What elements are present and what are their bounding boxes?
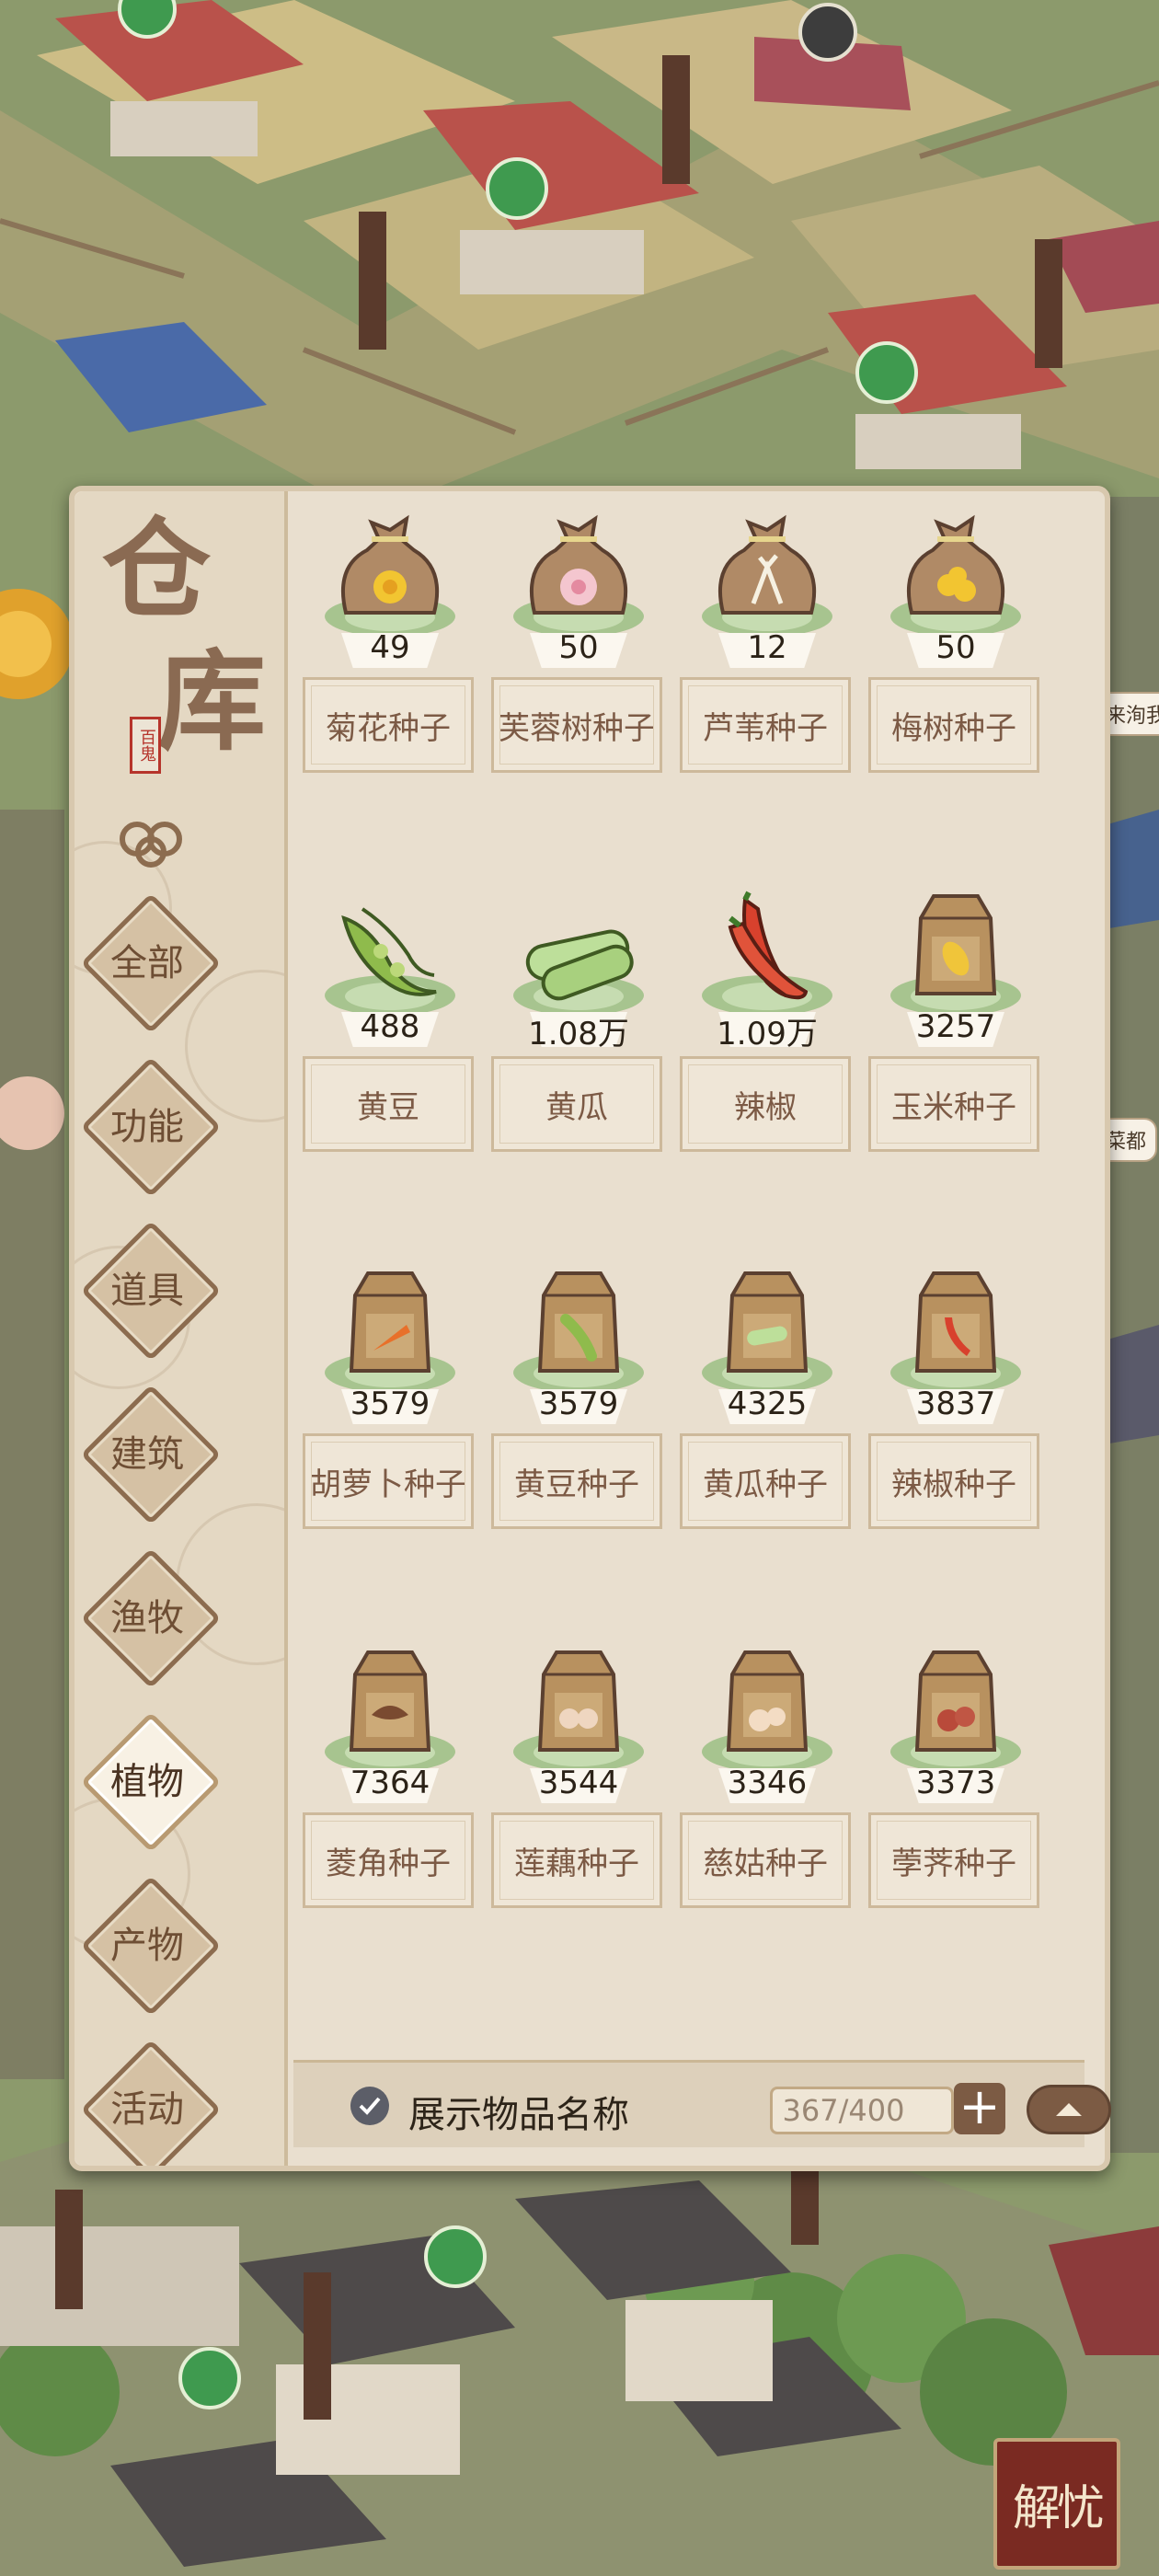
title-char: 仓 bbox=[102, 505, 212, 633]
seed-bag-corn-icon bbox=[914, 894, 997, 995]
seed-bag-carrot-icon bbox=[349, 1271, 431, 1373]
category-tab-fishing-husbandry[interactable]: 渔牧 bbox=[80, 1547, 222, 1689]
item-name: 胡萝卜种子 bbox=[310, 1466, 466, 1503]
seed-bag-soybean-icon bbox=[537, 1271, 620, 1373]
cucumber-icon bbox=[525, 929, 634, 1001]
item-name: 梅树种子 bbox=[891, 709, 1016, 747]
category-tab-plants[interactable]: 植物 bbox=[80, 1711, 222, 1853]
item-count: 49 bbox=[370, 629, 410, 666]
seed-bag-chili-icon bbox=[914, 1271, 997, 1373]
knot-ornament-icon bbox=[120, 822, 182, 868]
item-count: 50 bbox=[558, 629, 599, 666]
item-count: 3579 bbox=[350, 1386, 430, 1422]
jieyou-badge[interactable]: 解忧 bbox=[993, 2438, 1120, 2570]
seed-bag-lotus-root-icon bbox=[537, 1650, 620, 1752]
item-name: 慈姑种子 bbox=[703, 1845, 828, 1882]
item-name: 玉米种子 bbox=[891, 1088, 1016, 1126]
seed-sack-chrysanthemum-icon bbox=[341, 514, 440, 615]
item-count: 3257 bbox=[915, 1008, 996, 1045]
category-tab-all[interactable]: 全部 bbox=[80, 892, 222, 1034]
item-count: 3544 bbox=[538, 1765, 619, 1801]
seed-sack-reed-icon bbox=[718, 514, 817, 615]
item-name: 菊花种子 bbox=[326, 709, 451, 747]
item-count: 4325 bbox=[727, 1386, 808, 1422]
item-count: 1.09万 bbox=[717, 1016, 818, 1052]
checkmark-icon bbox=[359, 2097, 381, 2115]
item-grid[interactable]: 49 菊花种子 50 芙蓉树种子 12 芦苇种子 50 梅树种子 488 黄豆 … bbox=[293, 512, 1084, 2057]
item-count: 3373 bbox=[915, 1765, 996, 1801]
seed-sack-plum-icon bbox=[907, 514, 1005, 615]
seed-bag-water-caltrop-icon bbox=[349, 1650, 431, 1752]
title-char: 库 bbox=[157, 638, 267, 765]
item-name: 黄瓜 bbox=[545, 1088, 608, 1126]
seed-bag-cucumber-icon bbox=[726, 1271, 809, 1373]
category-tab-events[interactable]: 活动 bbox=[80, 2039, 222, 2166]
warehouse-footer: 展示物品名称 367/400 + bbox=[293, 2060, 1111, 2147]
item-count: 12 bbox=[747, 629, 787, 666]
category-tab-buildings[interactable]: 建筑 bbox=[80, 1384, 222, 1525]
category-tab-function[interactable]: 功能 bbox=[80, 1056, 222, 1198]
item-name: 芦苇种子 bbox=[703, 709, 828, 747]
item-count: 3346 bbox=[727, 1765, 808, 1801]
item-name: 辣椒 bbox=[734, 1088, 797, 1126]
seed-sack-hibiscus-icon bbox=[530, 514, 628, 615]
chili-pepper-icon bbox=[728, 891, 809, 1000]
category-tab-products[interactable]: 产物 bbox=[80, 1875, 222, 2017]
show-names-label[interactable]: 展示物品名称 bbox=[408, 2085, 629, 2138]
item-count: 7364 bbox=[350, 1765, 430, 1801]
item-count: 1.08万 bbox=[528, 1016, 629, 1052]
expand-capacity-button[interactable]: + bbox=[954, 2082, 1005, 2134]
item-count: 3837 bbox=[915, 1386, 996, 1422]
item-name: 芙蓉树种子 bbox=[499, 709, 655, 747]
item-name: 黄豆种子 bbox=[514, 1466, 639, 1503]
item-name: 辣椒种子 bbox=[891, 1466, 1016, 1503]
item-count: 50 bbox=[935, 629, 976, 666]
item-name: 荸荠种子 bbox=[891, 1845, 1016, 1882]
item-name: 莲藕种子 bbox=[514, 1845, 639, 1882]
seed-bag-water-chestnut-icon bbox=[914, 1650, 997, 1752]
red-seal-stamp: 百鬼 bbox=[130, 717, 161, 774]
caret-up-icon bbox=[1056, 2103, 1082, 2116]
collapse-panel-button[interactable] bbox=[1027, 2085, 1111, 2134]
item-count: 488 bbox=[360, 1008, 420, 1045]
item-name: 菱角种子 bbox=[326, 1845, 451, 1882]
capacity-counter: 367/400 bbox=[770, 2087, 954, 2134]
show-names-checkbox[interactable] bbox=[350, 2087, 389, 2125]
category-tab-props[interactable]: 道具 bbox=[80, 1220, 222, 1362]
item-name: 黄豆 bbox=[357, 1088, 419, 1126]
category-sidebar: 仓 库 百鬼 全部 功能 道具 建筑 渔牧 植物 产物 活动 bbox=[75, 491, 288, 2166]
warehouse-panel: 仓 库 百鬼 全部 功能 道具 建筑 渔牧 植物 产物 活动 49 菊花种子 5… bbox=[69, 486, 1111, 2171]
item-count: 3579 bbox=[538, 1386, 619, 1422]
seed-bag-arrowhead-icon bbox=[726, 1650, 809, 1752]
item-name: 黄瓜种子 bbox=[703, 1466, 828, 1503]
soybean-icon bbox=[341, 907, 437, 996]
warehouse-title: 仓 库 百鬼 bbox=[93, 510, 277, 804]
